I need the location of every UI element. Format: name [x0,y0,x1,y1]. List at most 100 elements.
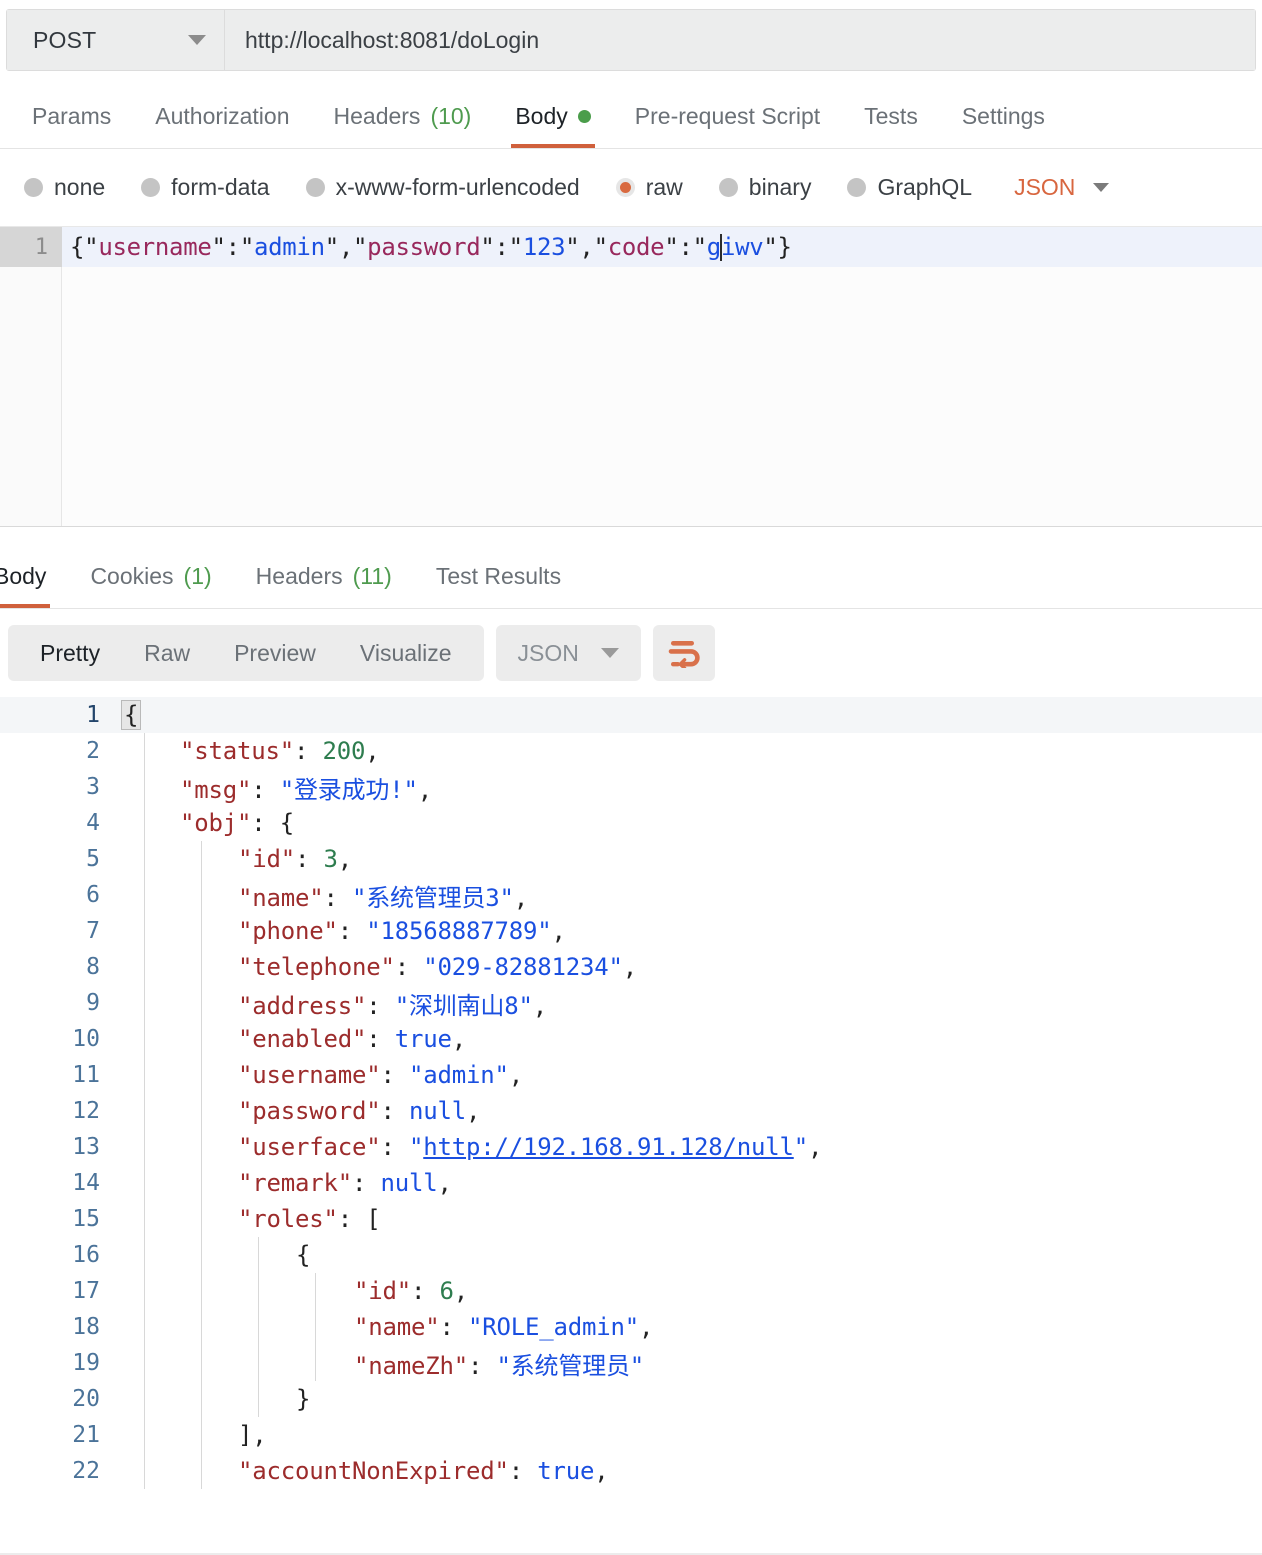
request-body-editor[interactable]: 1 {"username":"admin","password":"123","… [0,227,1262,527]
response-view-preview[interactable]: Preview [212,625,338,681]
body-type-raw[interactable]: raw [616,174,683,201]
response-view-pretty[interactable]: Pretty [18,625,122,681]
request-tab-headers[interactable]: Headers(10) [312,103,494,148]
request-body-code[interactable]: {"username":"admin","password":"123","co… [62,227,792,267]
line-number: 18 [0,1314,118,1340]
tab-label: Tests [864,103,918,130]
code-token-key: code [608,233,665,261]
response-tab-headers[interactable]: Headers(11) [234,563,414,608]
indent-guide-level-4 [315,1273,316,1381]
line-number: 13 [0,1134,118,1160]
line-number: 14 [0,1170,118,1196]
code-token-punc: {" [70,233,98,261]
body-type-none[interactable]: none [24,174,105,201]
response-code-line: 1{ [0,697,1262,733]
request-tab-tests[interactable]: Tests [842,103,940,148]
line-number: 17 [0,1278,118,1304]
code-token-punc: , [452,1025,466,1053]
response-code-line: 8"telephone": "029-82881234", [0,949,1262,985]
request-tab-pre-request-script[interactable]: Pre-request Script [613,103,842,148]
request-tab-authorization[interactable]: Authorization [133,103,311,148]
tab-label: Cookies [90,563,173,590]
code-token-key: "nameZh" [354,1352,468,1380]
code-content: { [118,1241,1262,1269]
code-token-bool: null [381,1169,438,1197]
body-type-binary[interactable]: binary [719,174,812,201]
code-token-str: "登录成功!" [280,776,418,804]
chevron-down-icon [601,648,619,658]
response-format-label: JSON [518,640,579,667]
code-content: ], [118,1421,1262,1449]
body-type-form-data[interactable]: form-data [141,174,269,201]
response-tab-bar: Body Cookies(1)Headers(11) Test Results [0,527,1262,609]
code-token-key: "obj" [180,809,251,837]
response-url-link[interactable]: http://192.168.91.128/null [423,1133,793,1161]
code-token-punc: , [438,1169,452,1197]
code-content: "name": "系统管理员3", [118,878,1262,913]
code-token-num: 200 [323,737,366,765]
line-number: 8 [0,954,118,980]
code-token-punc: : [366,1025,395,1053]
tab-label: Test Results [436,563,561,590]
code-token-punc: : [ [338,1205,381,1233]
body-type-graphql[interactable]: GraphQL [847,174,972,201]
code-content: "name": "ROLE_admin", [118,1313,1262,1341]
code-content: "enabled": true, [118,1025,1262,1053]
request-tab-body[interactable]: Body [493,103,612,148]
code-token-punc: : [381,1061,410,1089]
code-token-punc: : [295,845,324,873]
tab-label: Body [0,563,46,590]
code-token-punc: "," [325,233,367,261]
response-format-select[interactable]: JSON [496,625,641,681]
request-tab-settings[interactable]: Settings [940,103,1067,148]
response-body-viewer[interactable]: 1{2"status": 200,3"msg": "登录成功!",4"obj":… [0,697,1262,1499]
response-tab-body[interactable]: Body [0,563,68,608]
response-view-visualize[interactable]: Visualize [338,625,474,681]
word-wrap-button[interactable] [653,625,715,681]
code-token-punc: , [514,884,528,912]
code-token-punc: : [381,1133,410,1161]
bracket-match-highlight: { [121,700,141,730]
response-code-line: 22"accountNonExpired": true, [0,1453,1262,1489]
code-content: "password": null, [118,1097,1262,1125]
response-code-line: 13"userface": "http://192.168.91.128/nul… [0,1129,1262,1165]
body-type-label: binary [749,174,812,201]
line-number: 15 [0,1206,118,1232]
tab-label: Authorization [155,103,289,130]
code-token-punc: , [454,1277,468,1305]
line-number: 1 [0,702,118,728]
code-token-punc: } [296,1385,310,1413]
raw-format-label[interactable]: JSON [1014,174,1075,201]
code-token-punc: , [623,953,637,981]
raw-format-chevron-down-icon[interactable] [1093,183,1109,192]
response-code-line: 9"address": "深圳南山8", [0,985,1262,1021]
code-content: "msg": "登录成功!", [118,770,1262,805]
line-number: 2 [0,738,118,764]
code-token-punc: , [533,992,547,1020]
code-token-punc: ":" [212,233,254,261]
code-token-punc: { [296,1241,310,1269]
code-content: "accountNonExpired": true, [118,1457,1262,1485]
http-method-select[interactable]: POST [7,10,225,70]
code-content: "telephone": "029-82881234", [118,953,1262,981]
response-view-raw[interactable]: Raw [122,625,212,681]
code-token-punc: , [639,1313,653,1341]
tab-count-badge: (11) [353,563,392,590]
request-tab-params[interactable]: Params [10,103,133,148]
body-type-label: form-data [171,174,269,201]
response-tab-test-results[interactable]: Test Results [414,563,583,608]
radio-unselected-icon [847,178,866,197]
chevron-down-icon [188,35,206,45]
response-code-line: 4"obj": { [0,805,1262,841]
code-token-bool: true [395,1025,452,1053]
code-token-punc: "} [763,233,791,261]
code-content: } [118,1385,1262,1413]
code-token-key: "username" [238,1061,381,1089]
body-type-row: none form-data x-www-form-urlencoded raw bin… [0,149,1262,227]
indent-guide-level-2 [201,841,202,1489]
code-token-punc: ], [238,1421,267,1449]
response-tab-cookies[interactable]: Cookies(1) [68,563,233,608]
code-token-str: "admin" [409,1061,509,1089]
request-url-input[interactable]: http://localhost:8081/doLogin [225,10,1255,70]
body-type-x-www-form-urlencoded[interactable]: x-www-form-urlencoded [306,174,580,201]
